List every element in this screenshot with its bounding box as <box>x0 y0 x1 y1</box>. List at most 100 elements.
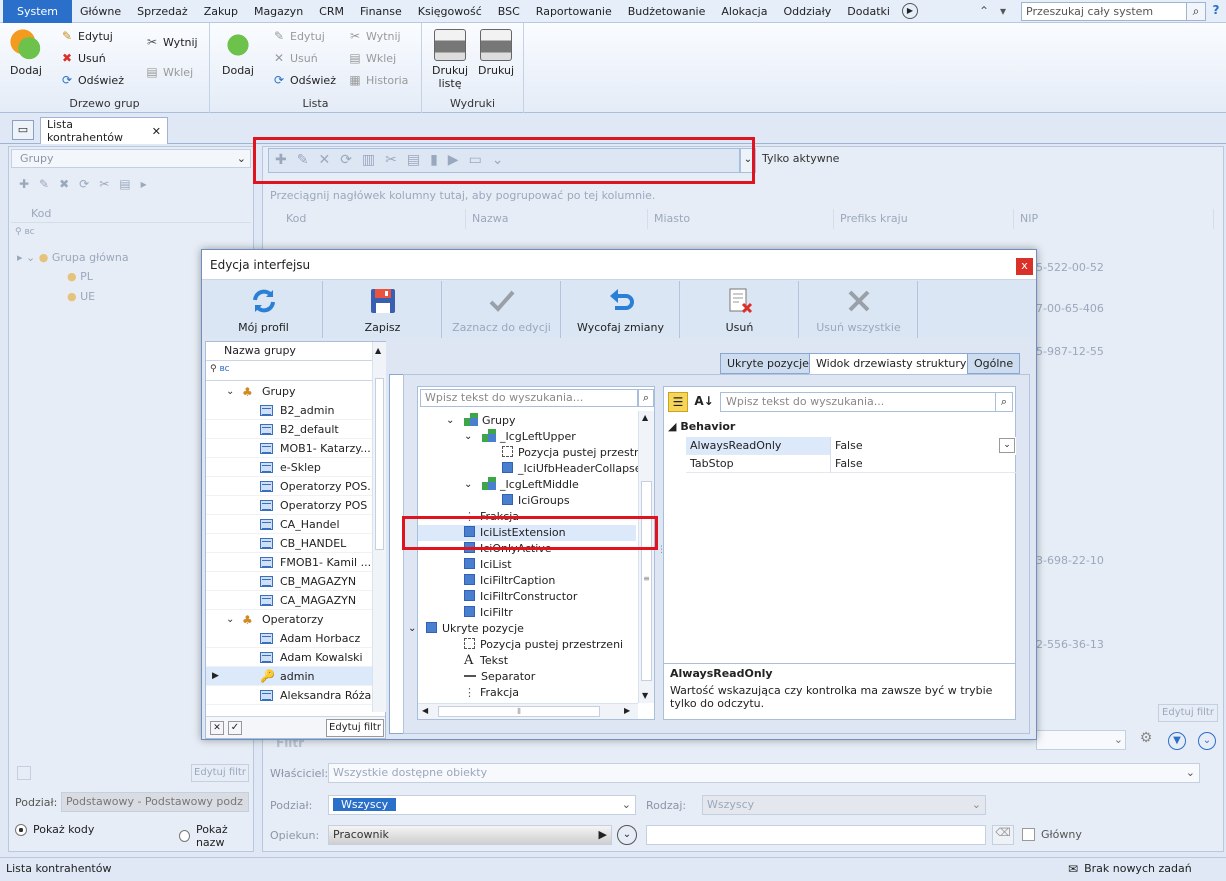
scroll-up-icon[interactable]: ▲ <box>642 413 648 422</box>
close-icon[interactable]: x <box>1016 258 1033 275</box>
tree-add-button[interactable]: Dodaj <box>4 29 48 77</box>
menu-item-oddziały[interactable]: Oddziały <box>775 0 839 23</box>
edit-filter-button[interactable]: Edytuj filtr <box>191 764 249 782</box>
column-header-nip[interactable]: NIP <box>1014 209 1214 229</box>
column-header-city[interactable]: Miasto <box>648 209 834 229</box>
structure-node[interactable]: IciFiltr <box>418 605 636 621</box>
property-category[interactable]: ◢ Behavior <box>668 420 735 433</box>
group-list-item[interactable]: Adam Horbacz <box>206 629 372 648</box>
list-delete-button[interactable]: ✕ Usuń <box>272 51 318 65</box>
property-value[interactable]: False <box>830 455 1016 473</box>
cell-nip[interactable]: 5-987-12-55 <box>1036 345 1104 358</box>
search-icon[interactable]: ⌕ <box>995 392 1013 412</box>
menu-item-alokacja[interactable]: Alokacja <box>713 0 775 23</box>
group-list-item[interactable]: CA_MAGAZYN <box>206 591 372 610</box>
menu-item-sprzedaż[interactable]: Sprzedaż <box>129 0 196 23</box>
cell-nip[interactable]: 5-522-00-52 <box>1036 261 1104 274</box>
structure-node[interactable]: ⌄ _IcgLeftMiddle <box>418 477 636 493</box>
property-value[interactable]: False ⌄ <box>830 437 1016 455</box>
categorized-view-icon[interactable]: ☰ <box>668 392 688 412</box>
scrollbar-thumb[interactable]: ≡ <box>641 481 652 681</box>
tree-delete-button[interactable]: ✖ Usuń <box>60 51 106 65</box>
group-name-column-header[interactable]: Nazwa grupy <box>206 342 372 361</box>
structure-node[interactable]: Separator <box>418 669 636 685</box>
group-list-item[interactable]: Operatorzy POS... <box>206 477 372 496</box>
structure-node[interactable]: IciFiltrConstructor <box>418 589 636 605</box>
scroll-down-icon[interactable]: ▼ <box>642 691 648 700</box>
structure-node[interactable]: ⋮ Frakcja <box>418 509 636 525</box>
print-list-button[interactable]: Drukuj listę <box>428 29 472 90</box>
group-list-item[interactable]: Aleksandra Róża <box>206 686 372 705</box>
edit-filter-button[interactable]: Edytuj filtr <box>326 719 384 737</box>
chevron-down-icon[interactable]: ⌄ <box>464 477 472 493</box>
division-select[interactable]: Podstawowy - Podstawowy podz <box>61 792 249 812</box>
mark-for-edit-button[interactable]: Zaznacz do edycji <box>443 281 561 338</box>
chevron-down-icon[interactable]: ⌄ <box>408 621 416 637</box>
list-refresh-button[interactable]: ⟳ Odśwież <box>272 73 336 87</box>
tree-cut-button[interactable]: ✂ Wytnij <box>145 35 198 49</box>
eraser-icon[interactable]: ⌫ <box>992 825 1014 845</box>
filter-constructor[interactable]: ⌄ <box>1036 730 1126 750</box>
kind-select[interactable]: Wszyscy ⌄ <box>702 795 986 815</box>
column-header-name[interactable]: Nazwa <box>466 209 648 229</box>
print-button[interactable]: Drukuj <box>474 29 518 77</box>
owner-select[interactable]: Wszystkie dostępne obiekty ⌄ <box>328 763 1200 783</box>
tree-refresh-button[interactable]: ⟳ Odśwież <box>60 73 124 87</box>
structure-node[interactable]: ⌄ _IcgLeftUpper <box>418 429 636 445</box>
group-tree-node[interactable]: ⌄ ♣ Grupy <box>206 382 372 401</box>
structure-node[interactable]: ⌄ Ukryte pozycje <box>408 621 636 637</box>
minimize-ribbon-icon[interactable]: ⌃ <box>975 4 993 18</box>
tree-edit-button[interactable]: ✎ Edytuj <box>60 29 113 43</box>
menu-item-crm[interactable]: CRM <box>311 0 352 23</box>
scrollbar-thumb[interactable] <box>375 378 384 550</box>
structure-node[interactable]: ⋮ Frakcja <box>418 685 636 701</box>
keeper-input[interactable] <box>646 825 986 845</box>
chevron-down-icon[interactable]: ⌄ <box>226 382 234 401</box>
help-icon[interactable]: ? <box>1208 3 1224 19</box>
search-icon[interactable]: ⌕ <box>638 389 654 407</box>
list-toolbar-icons[interactable]: ✚✎✕⟳▥✂▤▮▶▭⌄ <box>275 152 514 168</box>
list-edit-button[interactable]: ✎ Edytuj <box>272 29 325 43</box>
sort-alpha-icon[interactable]: A↓ <box>694 392 714 412</box>
scroll-right-icon[interactable]: ▶ <box>624 706 630 715</box>
clear-filter-icon[interactable] <box>17 766 31 780</box>
groups-selector[interactable]: Grupy ⌄ <box>11 149 251 168</box>
menu-item-magazyn[interactable]: Magazyn <box>246 0 311 23</box>
list-paste-button[interactable]: ▤ Wklej <box>348 51 396 65</box>
menu-item-księgowość[interactable]: Księgowość <box>410 0 490 23</box>
group-list-item[interactable]: CB_MAGAZYN <box>206 572 372 591</box>
cell-nip[interactable]: 2-556-36-13 <box>1036 638 1104 651</box>
division-select[interactable]: Wszyscy ⌄ <box>328 795 636 815</box>
delete-all-button[interactable]: Usuń wszystkie <box>800 281 918 338</box>
edit-filter-button[interactable]: Edytuj filtr <box>1158 704 1218 722</box>
group-list-item[interactable]: Operatorzy POS <box>206 496 372 515</box>
tree-paste-button[interactable]: ▤ Wklej <box>145 65 193 79</box>
group-list-item[interactable]: e-Sklep <box>206 458 372 477</box>
group-list-item[interactable]: FMOB1- Kamil ... <box>206 553 372 572</box>
structure-node[interactable]: IciGroups <box>418 493 636 509</box>
funnel-icon[interactable]: ▼ <box>1168 732 1186 750</box>
group-list-item[interactable]: B2_default <box>206 420 372 439</box>
more-menu-icon[interactable]: ▶ <box>901 3 918 19</box>
chevron-down-icon[interactable]: ⌄ <box>226 610 234 629</box>
scroll-up-icon[interactable]: ▲ <box>375 346 381 355</box>
group-scrollbar[interactable]: ▲ <box>372 342 386 712</box>
tab-hidden-items[interactable]: Ukryte pozycje <box>720 353 816 374</box>
tab-general[interactable]: Ogólne <box>967 353 1021 374</box>
group-list-item[interactable]: B2_admin <box>206 401 372 420</box>
property-search-input[interactable]: Wpisz tekst do wyszukania... <box>720 392 996 412</box>
property-row[interactable]: TabStop False <box>686 455 1016 473</box>
menu-item-zakup[interactable]: Zakup <box>196 0 246 23</box>
tree-item[interactable]: ● UE <box>67 290 95 303</box>
list-history-button[interactable]: ▦ Historia <box>348 73 408 87</box>
gear-icon[interactable]: ⚙ <box>1136 730 1156 750</box>
group-list-item[interactable]: MOB1- Katarzy... <box>206 439 372 458</box>
scrollbar-thumb[interactable]: ⦀ <box>438 706 600 717</box>
menu-item-finanse[interactable]: Finanse <box>352 0 410 23</box>
tab-contractors-list[interactable]: Lista kontrahentów ✕ <box>40 117 168 144</box>
expand-keeper-icon[interactable]: ⌄ <box>617 825 637 845</box>
toolbar-dropdown-icon[interactable]: ⌄ <box>740 148 756 173</box>
scroll-left-icon[interactable]: ◀ <box>422 706 428 715</box>
groups-column-header[interactable]: Kod <box>11 205 251 223</box>
chevron-down-icon[interactable]: ⌄ <box>464 429 472 445</box>
